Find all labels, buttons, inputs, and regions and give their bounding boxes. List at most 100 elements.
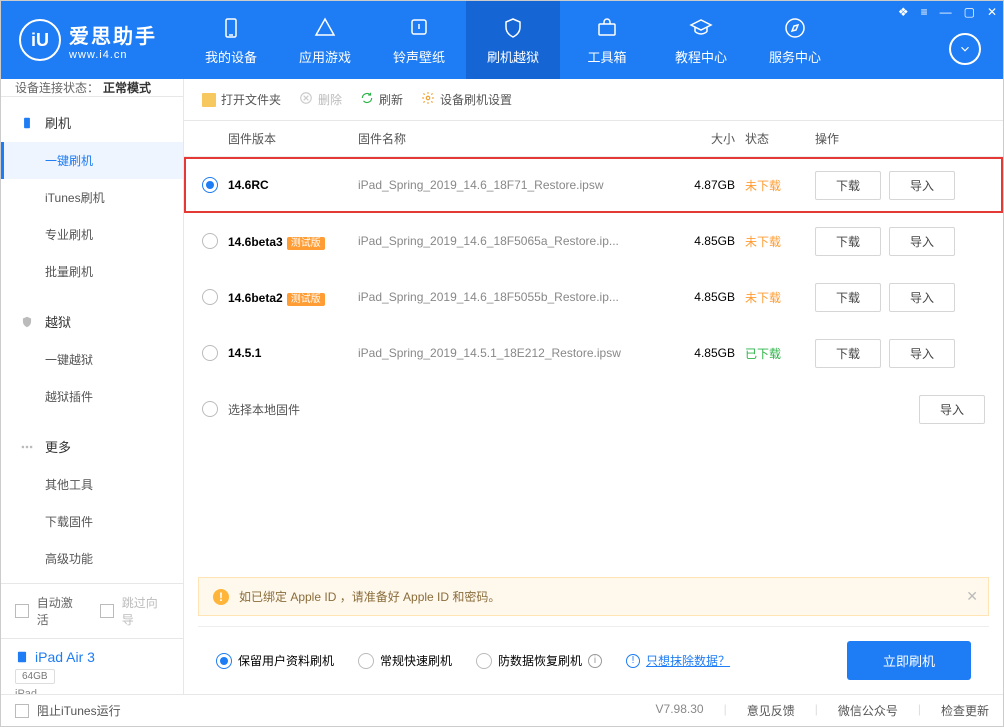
- nav-toolbox[interactable]: 工具箱: [560, 1, 654, 79]
- nav-ringtones[interactable]: 铃声壁纸: [372, 1, 466, 79]
- option-recovery[interactable]: 防数据恢复刷机 i: [476, 652, 602, 669]
- sidebar-item-advanced[interactable]: 高级功能: [1, 540, 183, 577]
- sidebar-item-download-fw[interactable]: 下载固件: [1, 503, 183, 540]
- close-button[interactable]: ✕: [987, 5, 997, 19]
- radio-firmware[interactable]: [202, 233, 218, 249]
- sidebar-item-one-click-flash[interactable]: 一键刷机: [1, 142, 183, 179]
- fw-version: 14.5.1: [228, 346, 358, 360]
- table-row[interactable]: 14.5.1 iPad_Spring_2019_14.5.1_18E212_Re…: [184, 325, 1003, 381]
- more-icon: [19, 439, 35, 455]
- table-row[interactable]: 14.6beta3测试版 iPad_Spring_2019_14.6_18F50…: [184, 213, 1003, 269]
- toolbar: 打开文件夹 删除 刷新 设备刷机设置: [184, 79, 1003, 121]
- fw-size: 4.85GB: [665, 290, 745, 304]
- nav-my-device[interactable]: 我的设备: [184, 1, 278, 79]
- th-version: 固件版本: [228, 130, 358, 147]
- download-button[interactable]: 下载: [815, 283, 881, 312]
- fw-version: 14.6RC: [228, 178, 358, 192]
- info-icon[interactable]: i: [588, 654, 602, 668]
- info-icon-blue: !: [626, 654, 640, 668]
- option-normal[interactable]: 常规快速刷机: [358, 652, 452, 669]
- gear-icon: [421, 91, 435, 108]
- fw-name: iPad_Spring_2019_14.6_18F71_Restore.ipsw: [358, 178, 665, 192]
- table-row[interactable]: 14.6RC iPad_Spring_2019_14.6_18F71_Resto…: [184, 157, 1003, 213]
- delete-button: 删除: [299, 91, 342, 108]
- import-local-button[interactable]: 导入: [919, 395, 985, 424]
- music-icon: [406, 15, 432, 41]
- nav-service[interactable]: 服务中心: [748, 1, 842, 79]
- sidebar-item-pro-flash[interactable]: 专业刷机: [1, 216, 183, 253]
- block-itunes-checkbox[interactable]: [15, 704, 29, 718]
- flash-now-button[interactable]: 立即刷机: [847, 641, 971, 680]
- wechat-link[interactable]: 微信公众号: [838, 702, 898, 719]
- erase-link[interactable]: ! 只想抹除数据？: [626, 652, 730, 669]
- block-itunes-label: 阻止iTunes运行: [37, 702, 121, 719]
- option-keep-data[interactable]: 保留用户资料刷机: [216, 652, 334, 669]
- flash-settings-button[interactable]: 设备刷机设置: [421, 91, 512, 108]
- th-status: 状态: [745, 130, 815, 147]
- window-controls: ❖ ≡ — ▢ ✕: [898, 5, 997, 19]
- tablet-icon: [15, 650, 29, 664]
- flash-icon: [19, 115, 35, 131]
- download-button[interactable]: 下载: [815, 171, 881, 200]
- radio-normal[interactable]: [358, 653, 374, 669]
- minimize-button[interactable]: —: [940, 5, 952, 19]
- download-button[interactable]: 下载: [815, 227, 881, 256]
- fw-size: 4.85GB: [665, 346, 745, 360]
- toolbox-icon: [594, 15, 620, 41]
- nav-flash-jailbreak[interactable]: 刷机越狱: [466, 1, 560, 79]
- close-warning-button[interactable]: ✕: [966, 588, 978, 605]
- skip-wizard-checkbox[interactable]: [100, 604, 114, 618]
- refresh-button[interactable]: 刷新: [360, 91, 403, 108]
- auto-activate-checkbox[interactable]: [15, 604, 29, 618]
- expand-button[interactable]: [949, 33, 981, 65]
- logo-icon: iU: [19, 19, 61, 61]
- fw-name: iPad_Spring_2019_14.6_18F5065a_Restore.i…: [358, 234, 665, 248]
- table-row[interactable]: 14.6beta2测试版 iPad_Spring_2019_14.6_18F50…: [184, 269, 1003, 325]
- fw-name: iPad_Spring_2019_14.5.1_18E212_Restore.i…: [358, 346, 665, 360]
- sidebar-item-itunes-flash[interactable]: iTunes刷机: [1, 179, 183, 216]
- sidebar-item-other-tools[interactable]: 其他工具: [1, 466, 183, 503]
- radio-local[interactable]: [202, 401, 218, 417]
- skip-wizard-label: 跳过向导: [122, 594, 169, 628]
- import-button[interactable]: 导入: [889, 171, 955, 200]
- skin-icon[interactable]: ❖: [898, 5, 909, 19]
- update-link[interactable]: 检查更新: [941, 702, 989, 719]
- radio-keep-data[interactable]: [216, 653, 232, 669]
- import-button[interactable]: 导入: [889, 227, 955, 256]
- sidebar-item-jb-plugins[interactable]: 越狱插件: [1, 378, 183, 415]
- sidebar-item-one-click-jb[interactable]: 一键越狱: [1, 341, 183, 378]
- download-button[interactable]: 下载: [815, 339, 881, 368]
- fw-version: 14.6beta3测试版: [228, 234, 358, 249]
- radio-firmware[interactable]: [202, 177, 218, 193]
- device-panel[interactable]: iPad Air 3 64GB iPad: [1, 638, 183, 694]
- sidebar-group-flash[interactable]: 刷机: [1, 103, 183, 142]
- table-header: 固件版本 固件名称 大小 状态 操作: [184, 121, 1003, 157]
- th-size: 大小: [665, 130, 745, 147]
- nav-apps[interactable]: 应用游戏: [278, 1, 372, 79]
- sidebar: 设备连接状态： 正常模式 刷机 一键刷机 iTunes刷机 专业刷机 批量刷机 …: [1, 79, 184, 694]
- logo[interactable]: iU 爱思助手 www.i4.cn: [1, 19, 184, 61]
- connection-status: 设备连接状态： 正常模式: [1, 79, 183, 97]
- feedback-link[interactable]: 意见反馈: [747, 702, 795, 719]
- local-firmware-row[interactable]: 选择本地固件 导入: [184, 381, 1003, 437]
- radio-recovery[interactable]: [476, 653, 492, 669]
- maximize-button[interactable]: ▢: [964, 5, 975, 19]
- warning-icon: !: [213, 589, 229, 605]
- radio-firmware[interactable]: [202, 289, 218, 305]
- sidebar-group-jailbreak[interactable]: 越狱: [1, 302, 183, 341]
- top-nav: 我的设备 应用游戏 铃声壁纸 刷机越狱 工具箱 教程中心 服务中心: [184, 1, 842, 79]
- import-button[interactable]: 导入: [889, 339, 955, 368]
- fw-version: 14.6beta2测试版: [228, 290, 358, 305]
- firmware-table: 14.6RC iPad_Spring_2019_14.6_18F71_Resto…: [184, 157, 1003, 381]
- nav-tutorials[interactable]: 教程中心: [654, 1, 748, 79]
- shield-icon: [500, 15, 526, 41]
- menu-icon[interactable]: ≡: [921, 5, 928, 19]
- fw-status: 未下载: [745, 177, 815, 194]
- open-folder-button[interactable]: 打开文件夹: [202, 91, 281, 108]
- main-content: 打开文件夹 删除 刷新 设备刷机设置 固件版本 固件名称 大小 状态 操作: [184, 79, 1003, 694]
- flash-options: 保留用户资料刷机 常规快速刷机 防数据恢复刷机 i ! 只想抹除数据？ 立即刷机: [198, 626, 989, 694]
- radio-firmware[interactable]: [202, 345, 218, 361]
- sidebar-group-more[interactable]: 更多: [1, 427, 183, 466]
- import-button[interactable]: 导入: [889, 283, 955, 312]
- sidebar-item-batch-flash[interactable]: 批量刷机: [1, 253, 183, 290]
